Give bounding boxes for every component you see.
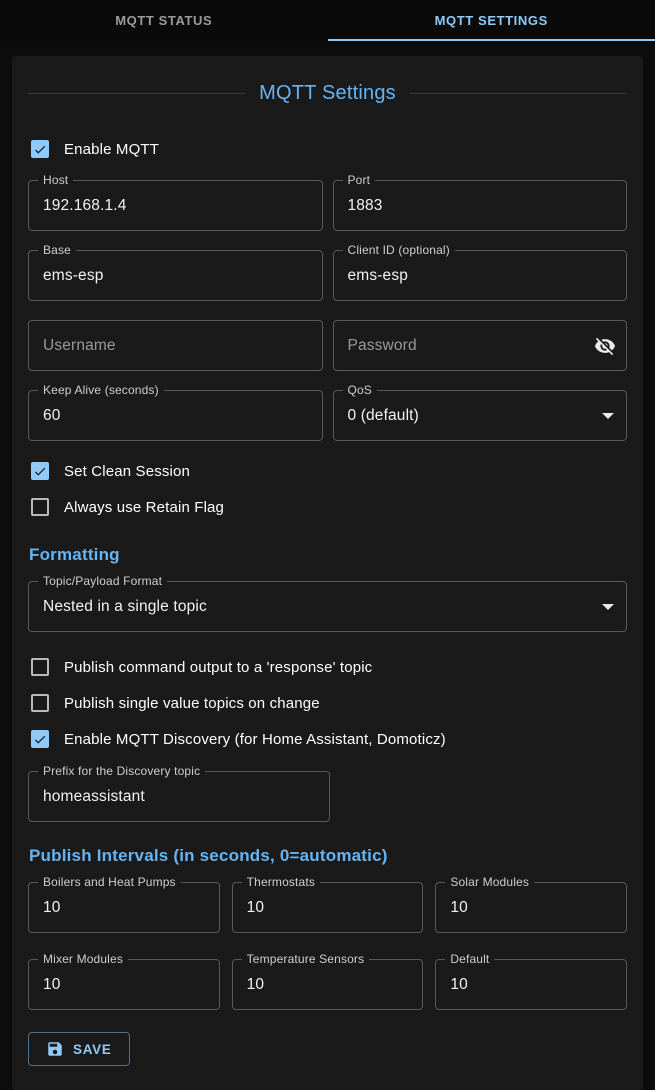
password-input[interactable] xyxy=(334,321,627,370)
interval-thermostats-input[interactable] xyxy=(233,883,423,932)
save-button[interactable]: SAVE xyxy=(28,1032,130,1066)
format-selected-value: Nested in a single topic xyxy=(43,598,207,616)
interval-mixer-label: Mixer Modules xyxy=(38,952,128,967)
qos-selected-value: 0 (default) xyxy=(348,407,419,425)
interval-temperature-field: Temperature Sensors xyxy=(232,959,424,1010)
host-input[interactable] xyxy=(29,181,322,230)
save-icon xyxy=(46,1040,64,1058)
save-button-label: SAVE xyxy=(73,1042,112,1057)
dropdown-arrow-icon xyxy=(602,604,614,610)
formatting-section-heading: Formatting xyxy=(29,545,627,565)
toggle-password-visibility-button[interactable] xyxy=(594,335,616,357)
publish-response-label: Publish command output to a 'response' t… xyxy=(64,659,372,676)
interval-solar-label: Solar Modules xyxy=(445,875,534,890)
discovery-prefix-input[interactable] xyxy=(29,772,329,821)
keep-alive-label: Keep Alive (seconds) xyxy=(38,383,164,398)
page-title-row: MQTT Settings xyxy=(28,82,627,105)
interval-boilers-field: Boilers and Heat Pumps xyxy=(28,882,220,933)
page-title: MQTT Settings xyxy=(245,82,410,105)
interval-boilers-label: Boilers and Heat Pumps xyxy=(38,875,181,890)
client-id-input[interactable] xyxy=(334,251,627,300)
title-divider-right xyxy=(410,93,627,94)
interval-temperature-input[interactable] xyxy=(233,960,423,1009)
qos-select[interactable]: QoS 0 (default) xyxy=(333,390,628,441)
settings-panel: MQTT Settings Enable MQTT Host Port Base… xyxy=(12,56,643,1090)
client-id-label: Client ID (optional) xyxy=(343,243,455,258)
active-tab-indicator xyxy=(328,39,655,41)
publish-single-checkbox-row[interactable]: Publish single value topics on change xyxy=(28,685,627,721)
port-field: Port xyxy=(333,180,628,231)
interval-mixer-field: Mixer Modules xyxy=(28,959,220,1010)
checkbox-icon xyxy=(31,498,49,516)
check-icon xyxy=(33,464,47,479)
enable-mqtt-checkbox-row[interactable]: Enable MQTT xyxy=(28,131,627,167)
tab-bar: MQTT STATUS MQTT SETTINGS xyxy=(0,0,655,41)
discovery-prefix-label: Prefix for the Discovery topic xyxy=(38,764,205,779)
interval-solar-input[interactable] xyxy=(436,883,626,932)
host-label: Host xyxy=(38,173,73,188)
host-field: Host xyxy=(28,180,323,231)
topic-payload-format-select[interactable]: Topic/Payload Format Nested in a single … xyxy=(28,581,627,632)
qos-label: QoS xyxy=(343,383,377,398)
keep-alive-input[interactable] xyxy=(29,391,322,440)
interval-default-input[interactable] xyxy=(436,960,626,1009)
discovery-prefix-field: Prefix for the Discovery topic xyxy=(28,771,330,822)
port-input[interactable] xyxy=(334,181,627,230)
intervals-section-heading: Publish Intervals (in seconds, 0=automat… xyxy=(29,846,627,866)
clean-session-label: Set Clean Session xyxy=(64,463,190,480)
interval-mixer-input[interactable] xyxy=(29,960,219,1009)
format-label: Topic/Payload Format xyxy=(38,574,167,589)
check-icon xyxy=(33,732,47,747)
username-input[interactable] xyxy=(29,321,322,370)
publish-single-label: Publish single value topics on change xyxy=(64,695,320,712)
tab-mqtt-settings[interactable]: MQTT SETTINGS xyxy=(328,0,655,41)
interval-thermostats-field: Thermostats xyxy=(232,882,424,933)
interval-default-label: Default xyxy=(445,952,494,967)
base-input[interactable] xyxy=(29,251,322,300)
interval-temperature-label: Temperature Sensors xyxy=(242,952,370,967)
checkbox-icon xyxy=(31,462,49,480)
base-label: Base xyxy=(38,243,76,258)
mqtt-discovery-checkbox-row[interactable]: Enable MQTT Discovery (for Home Assistan… xyxy=(28,721,627,757)
base-field: Base xyxy=(28,250,323,301)
tab-mqtt-status[interactable]: MQTT STATUS xyxy=(0,0,328,41)
port-label: Port xyxy=(343,173,376,188)
dropdown-arrow-icon xyxy=(602,413,614,419)
check-icon xyxy=(33,142,47,157)
title-divider-left xyxy=(28,93,245,94)
interval-default-field: Default xyxy=(435,959,627,1010)
client-id-field: Client ID (optional) xyxy=(333,250,628,301)
retain-flag-label: Always use Retain Flag xyxy=(64,499,224,516)
checkbox-icon xyxy=(31,694,49,712)
checkbox-icon xyxy=(31,658,49,676)
visibility-off-icon xyxy=(594,335,616,357)
interval-thermostats-label: Thermostats xyxy=(242,875,320,890)
retain-flag-checkbox-row[interactable]: Always use Retain Flag xyxy=(28,489,627,525)
checkbox-icon xyxy=(31,140,49,158)
username-field xyxy=(28,320,323,371)
password-field xyxy=(333,320,628,371)
clean-session-checkbox-row[interactable]: Set Clean Session xyxy=(28,453,627,489)
publish-response-checkbox-row[interactable]: Publish command output to a 'response' t… xyxy=(28,649,627,685)
enable-mqtt-label: Enable MQTT xyxy=(64,141,159,158)
interval-solar-field: Solar Modules xyxy=(435,882,627,933)
interval-boilers-input[interactable] xyxy=(29,883,219,932)
mqtt-discovery-label: Enable MQTT Discovery (for Home Assistan… xyxy=(64,731,446,748)
checkbox-icon xyxy=(31,730,49,748)
keep-alive-field: Keep Alive (seconds) xyxy=(28,390,323,441)
